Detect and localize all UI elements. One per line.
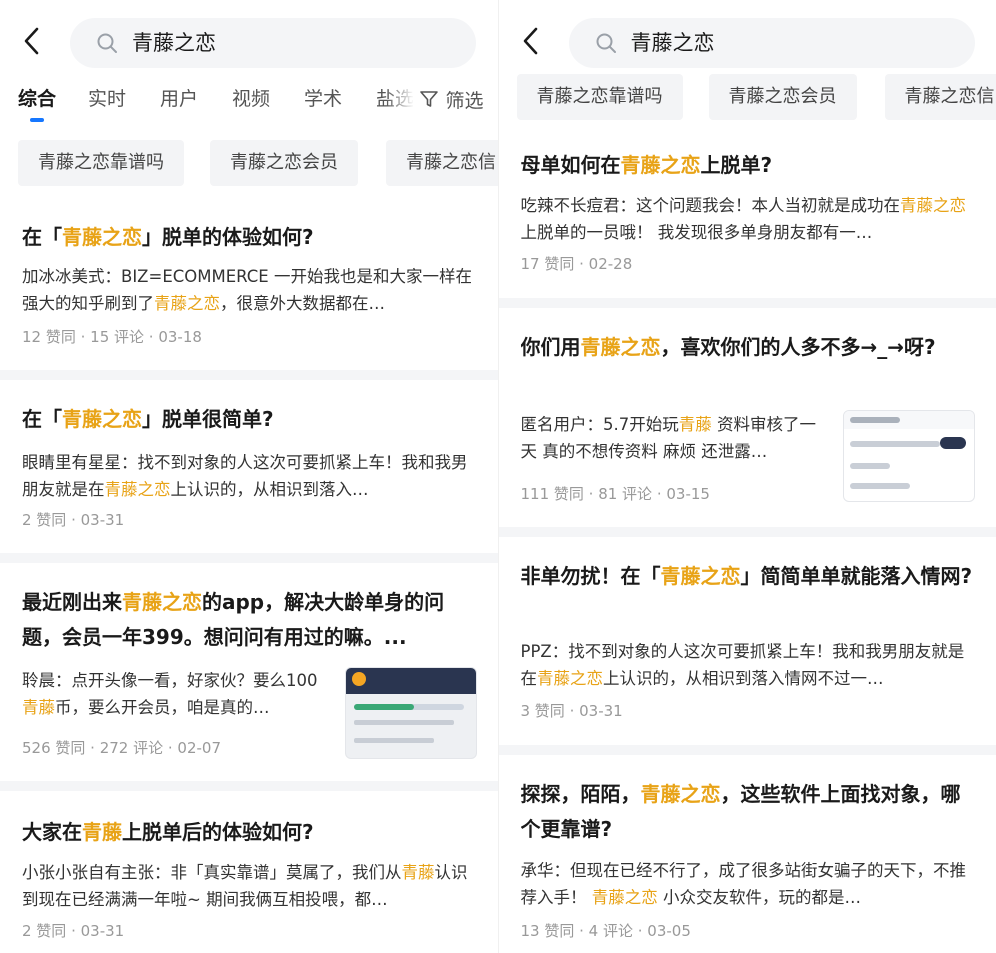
- right-screen: 青藤之恋 青藤之恋靠谱吗 青藤之恋会员 青藤之恋信 母单如何在青藤之恋上脱单? …: [497, 0, 996, 953]
- result-card[interactable]: 大家在青藤上脱单后的体验如何? 小张小张自有主张：非「真实靠谱」莫属了，我们从青…: [0, 791, 498, 953]
- chip-member[interactable]: 青藤之恋会员: [708, 74, 857, 120]
- thumbnail-button: [939, 437, 966, 449]
- thumbnail-line: [849, 417, 900, 423]
- result-title[interactable]: 在「青藤之恋」脱单的体验如何?: [22, 220, 474, 255]
- result-title[interactable]: 大家在青藤上脱单后的体验如何?: [22, 815, 474, 850]
- filter-label: 筛选: [445, 89, 484, 112]
- member-badge-icon: [352, 672, 366, 686]
- result-card[interactable]: 最近刚出来青藤之恋的app，解决大龄单身的问题，会员一年399。想问问有用过的嘛…: [0, 563, 498, 778]
- result-card[interactable]: 探探，陌陌，青藤之恋，这些软件上面找对象，哪个更靠谱? 承华：但现在已经不行了，…: [498, 755, 996, 953]
- chevron-left-icon: [523, 27, 537, 55]
- divider: [0, 553, 498, 563]
- chevron-left-icon: [24, 27, 39, 55]
- result-meta: 2 赞同 · 03-31: [22, 511, 125, 529]
- top-bar: 青藤之恋: [499, 0, 996, 70]
- result-snippet: 聆晨：点开头像一看，好家伙？要么100青藤币，要么开会员，咱是真的…: [22, 671, 318, 717]
- divider: [498, 527, 996, 537]
- chip-more[interactable]: 青藤之恋信: [884, 74, 996, 120]
- chip-reliable[interactable]: 青藤之恋靠谱吗: [18, 140, 184, 186]
- tab-all[interactable]: 综合: [18, 86, 56, 112]
- search-box[interactable]: 青藤之恋: [70, 18, 476, 68]
- tab-fade: [386, 86, 414, 112]
- active-tab-indicator: [30, 118, 44, 122]
- thumbnail-line: [354, 738, 434, 743]
- thumbnail-bar-fill: [354, 704, 414, 710]
- result-title[interactable]: 你们用青藤之恋，喜欢你们的人多不多→_→呀?: [521, 330, 973, 400]
- divider: [0, 781, 498, 791]
- chip-reliable[interactable]: 青藤之恋靠谱吗: [516, 74, 683, 120]
- result-title[interactable]: 探探，陌陌，青藤之恋，这些软件上面找对象，哪个更靠谱?: [521, 777, 973, 847]
- result-title[interactable]: 最近刚出来青藤之恋的app，解决大龄单身的问题，会员一年399。想问问有用过的嘛…: [22, 585, 474, 655]
- result-snippet: 匿名用户：5.7开始玩青藤 资料审核了一天 真的不想传资料 麻烦 还泄露…: [520, 415, 817, 461]
- back-button[interactable]: [18, 26, 48, 56]
- result-meta: 526 赞同 · 272 评论 · 02-07: [22, 739, 221, 757]
- tab-users[interactable]: 用户: [160, 86, 198, 112]
- divider: [498, 298, 996, 308]
- result-card[interactable]: 在「青藤之恋」脱单很简单? 眼睛里有星星：找不到对象的人这次可要抓紧上车！我和我…: [0, 380, 498, 550]
- result-snippet: 加冰冰美式：BIZ=ECOMMERCE 一开始我也是和大家一样在强大的知乎刷到了…: [22, 267, 472, 313]
- filter-button[interactable]: 筛选: [413, 86, 484, 112]
- result-meta: 13 赞同 · 4 评论 · 03-05: [520, 922, 691, 940]
- left-screen: 青藤之恋 综合 实时 用户 视频 学术 盐选 筛选 青藤之恋靠谱吗 青藤之恋会员…: [0, 0, 498, 953]
- tab-bar: 综合 实时 用户 视频 学术 盐选 筛选: [0, 86, 498, 140]
- thumbnail-line: [849, 483, 910, 489]
- result-card[interactable]: 母单如何在青藤之恋上脱单? 吃辣不长痘君：这个问题我会！本人当初就是成功在青藤之…: [498, 134, 996, 296]
- divider: [0, 370, 498, 380]
- result-snippet: 小张小张自有主张：非「真实靠谱」莫属了，我们从青藤认识到现在已经满满一年啦~ 期…: [22, 863, 468, 909]
- result-title[interactable]: 母单如何在青藤之恋上脱单?: [521, 148, 973, 183]
- tab-videos[interactable]: 视频: [232, 86, 270, 112]
- back-button[interactable]: [517, 26, 547, 56]
- result-card[interactable]: 非单勿扰！在「青藤之恋」简简单单就能落入情网? PPZ：找不到对象的人这次可要抓…: [498, 537, 996, 743]
- search-icon: [596, 33, 616, 53]
- result-title[interactable]: 非单勿扰！在「青藤之恋」简简单单就能落入情网?: [521, 559, 973, 629]
- result-card[interactable]: 在「青藤之恋」脱单的体验如何? 加冰冰美式：BIZ=ECOMMERCE 一开始我…: [0, 210, 498, 366]
- tab-realtime[interactable]: 实时: [88, 86, 126, 112]
- search-query: 青藤之恋: [630, 31, 715, 55]
- search-query: 青藤之恋: [132, 31, 216, 55]
- divider: [498, 745, 996, 755]
- result-card[interactable]: 你们用青藤之恋，喜欢你们的人多不多→_→呀? 匿名用户：5.7开始玩青藤 资料审…: [498, 308, 996, 524]
- chip-more[interactable]: 青藤之恋信: [386, 140, 498, 186]
- related-searches: 青藤之恋靠谱吗 青藤之恋会员 青藤之恋信: [0, 140, 498, 188]
- result-thumbnail[interactable]: [345, 667, 477, 759]
- thumbnail-line: [354, 720, 454, 725]
- result-snippet: PPZ：找不到对象的人这次可要抓紧上车！我和我男朋友就是在青藤之恋上认识的，从相…: [520, 642, 965, 688]
- search-box[interactable]: 青藤之恋: [568, 18, 975, 68]
- thumbnail-line: [849, 441, 940, 447]
- filter-funnel-icon: [420, 91, 439, 107]
- result-snippet: 承华：但现在已经不行了，成了很多站街女骗子的天下，不推荐入手！ 青藤之恋 小众交…: [520, 861, 967, 907]
- search-icon: [97, 33, 117, 53]
- result-meta: 3 赞同 · 03-31: [520, 702, 623, 720]
- result-meta: 12 赞同 · 15 评论 · 03-18: [22, 328, 202, 346]
- thumbnail-line: [849, 463, 890, 469]
- result-thumbnail[interactable]: [842, 410, 975, 502]
- result-title[interactable]: 在「青藤之恋」脱单很简单?: [22, 402, 474, 437]
- top-bar: 青藤之恋: [0, 0, 498, 86]
- result-meta: 111 赞同 · 81 评论 · 03-15: [520, 485, 710, 503]
- related-searches: 青藤之恋靠谱吗 青藤之恋会员 青藤之恋信: [499, 74, 996, 122]
- chip-member[interactable]: 青藤之恋会员: [210, 140, 358, 186]
- tab-academic[interactable]: 学术: [304, 86, 342, 112]
- result-meta: 2 赞同 · 03-31: [22, 922, 125, 940]
- result-meta: 17 赞同 · 02-28: [520, 255, 633, 273]
- result-snippet: 眼睛里有星星：找不到对象的人这次可要抓紧上车！我和我男朋友就是在青藤之恋上认识的…: [22, 453, 468, 499]
- result-snippet: 吃辣不长痘君：这个问题我会！本人当初就是成功在青藤之恋上脱单的一员哦！ 我发现很…: [520, 196, 967, 242]
